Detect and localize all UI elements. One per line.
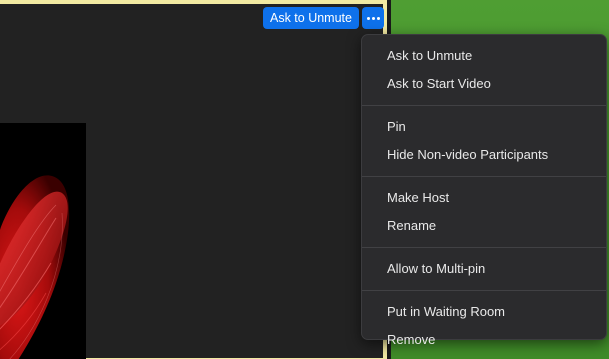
ellipsis-icon xyxy=(376,16,380,20)
ellipsis-icon xyxy=(366,16,370,20)
participant-video xyxy=(0,123,86,359)
menu-group-multipin: Allow to Multi-pin xyxy=(362,248,606,290)
menu-item-remove[interactable]: Remove xyxy=(362,326,606,354)
menu-item-ask-to-unmute[interactable]: Ask to Unmute xyxy=(362,42,606,70)
red-abstract-video-image xyxy=(0,123,86,359)
menu-item-put-in-waiting-room[interactable]: Put in Waiting Room xyxy=(362,298,606,326)
ask-to-unmute-button[interactable]: Ask to Unmute xyxy=(263,7,359,29)
menu-group-roles: Make Host Rename xyxy=(362,177,606,247)
ellipsis-icon xyxy=(371,16,375,20)
menu-group-view: Pin Hide Non-video Participants xyxy=(362,106,606,176)
participant-options-menu: Ask to Unmute Ask to Start Video Pin Hid… xyxy=(361,34,607,347)
menu-item-allow-to-multi-pin[interactable]: Allow to Multi-pin xyxy=(362,255,606,283)
meeting-stage: Ask to Unmute Ask to Unmute Ask to Start… xyxy=(0,0,609,359)
menu-item-make-host[interactable]: Make Host xyxy=(362,184,606,212)
menu-item-pin[interactable]: Pin xyxy=(362,113,606,141)
menu-item-rename[interactable]: Rename xyxy=(362,212,606,240)
menu-group-audio-video: Ask to Unmute Ask to Start Video xyxy=(362,35,606,105)
menu-group-moderation: Put in Waiting Room Remove xyxy=(362,291,606,359)
participant-tile-active-speaker[interactable] xyxy=(0,0,387,359)
menu-item-hide-non-video-participants[interactable]: Hide Non-video Participants xyxy=(362,141,606,169)
more-options-button[interactable] xyxy=(362,7,384,29)
menu-item-ask-to-start-video[interactable]: Ask to Start Video xyxy=(362,70,606,98)
